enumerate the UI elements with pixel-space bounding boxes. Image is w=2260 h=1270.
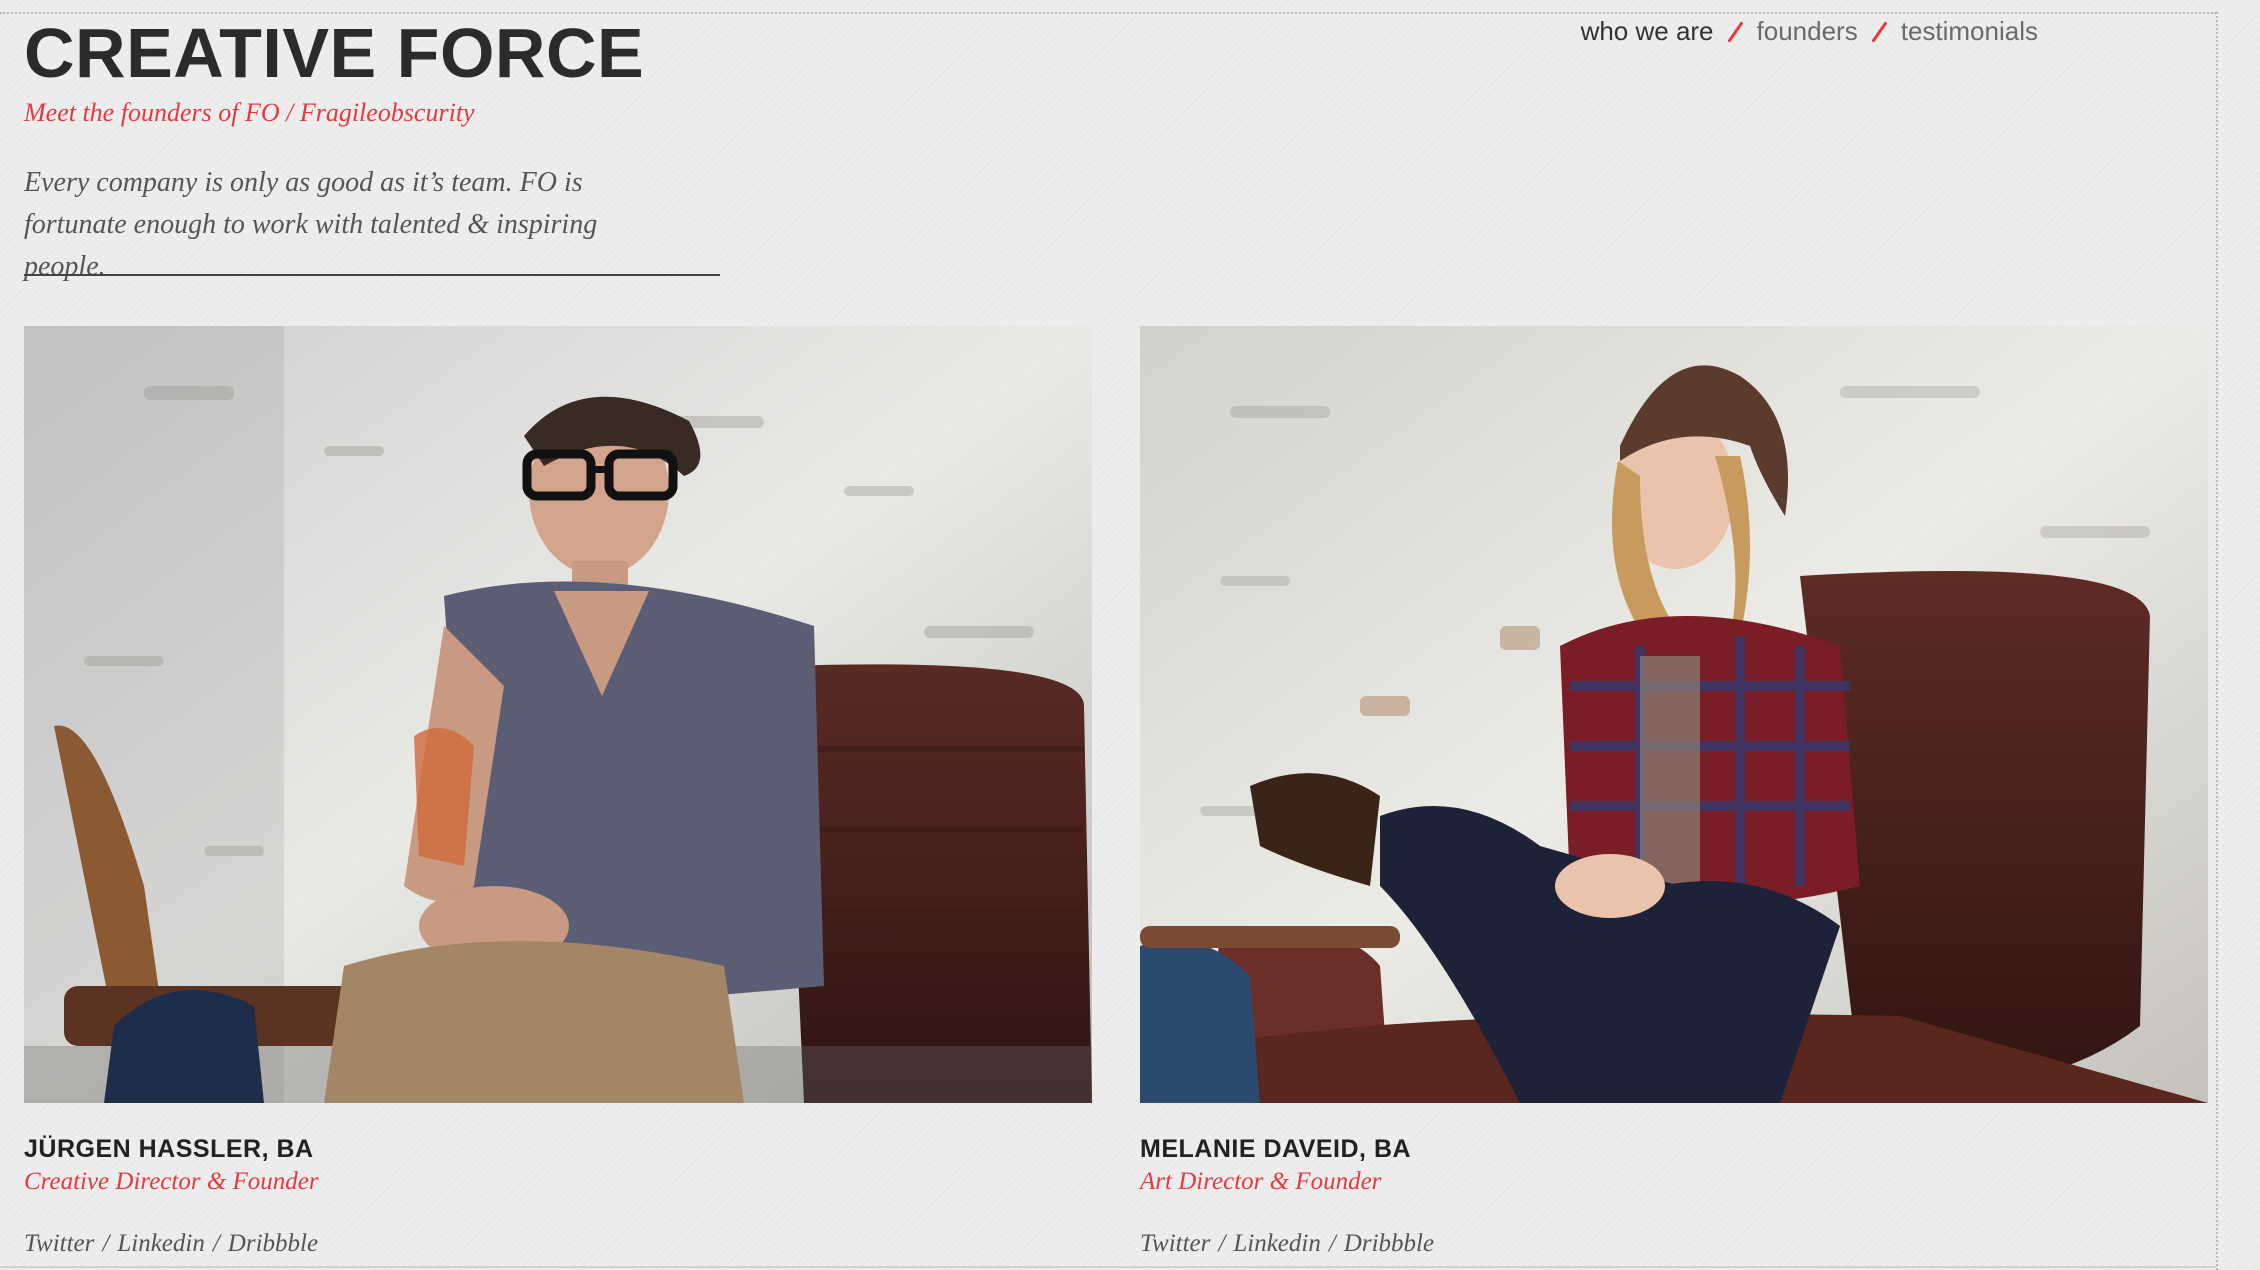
founder-photo xyxy=(1140,326,2208,1103)
page-header: CREATIVE FORCE Meet the founders of FO /… xyxy=(24,18,784,288)
founder-photo xyxy=(24,326,1092,1103)
linkedin-link[interactable]: Linkedin xyxy=(1233,1230,1321,1257)
founder-card-jurgen: JÜRGEN HASSLER, BA Creative Director & F… xyxy=(24,326,1092,1258)
founder-role: Art Director & Founder xyxy=(1140,1168,1382,1195)
bottom-rule xyxy=(0,1266,2216,1268)
nav-who-we-are[interactable]: who we are xyxy=(1581,16,1714,47)
link-separator: / xyxy=(1218,1230,1226,1257)
section-nav: who we are founders testimonials xyxy=(1581,16,2038,47)
link-separator: / xyxy=(212,1230,220,1257)
intro-text: Every company is only as good as it’s te… xyxy=(24,167,598,282)
page-title: CREATIVE FORCE xyxy=(24,14,645,92)
linkedin-link[interactable]: Linkedin xyxy=(117,1230,205,1257)
twitter-link[interactable]: Twitter xyxy=(24,1230,94,1257)
founder-social-links: Twitter / Linkedin / Dribbble xyxy=(24,1230,1092,1258)
right-dotted-rule xyxy=(2216,12,2218,1270)
founder-name: MELANIE DAVEID, BA xyxy=(1140,1135,1412,1163)
founder-social-links: Twitter / Linkedin / Dribbble xyxy=(1140,1230,2208,1258)
nav-separator xyxy=(1871,20,1888,43)
dribbble-link[interactable]: Dribbble xyxy=(1344,1230,1434,1257)
founder-name: JÜRGEN HASSLER, BA xyxy=(24,1135,314,1163)
link-separator: / xyxy=(102,1230,110,1257)
founder-role: Creative Director & Founder xyxy=(24,1168,319,1195)
nav-separator xyxy=(1726,20,1744,43)
dribbble-link[interactable]: Dribbble xyxy=(228,1230,318,1257)
nav-testimonials[interactable]: testimonials xyxy=(1901,16,2038,47)
nav-founders[interactable]: founders xyxy=(1757,16,1858,47)
founder-card-melanie: MELANIE DAVEID, BA Art Director & Founde… xyxy=(1140,326,2208,1258)
header-divider xyxy=(24,274,720,276)
link-separator: / xyxy=(1328,1230,1336,1257)
twitter-link[interactable]: Twitter xyxy=(1140,1230,1210,1257)
page-subtitle: Meet the founders of FO / Fragileobscuri… xyxy=(24,98,475,127)
